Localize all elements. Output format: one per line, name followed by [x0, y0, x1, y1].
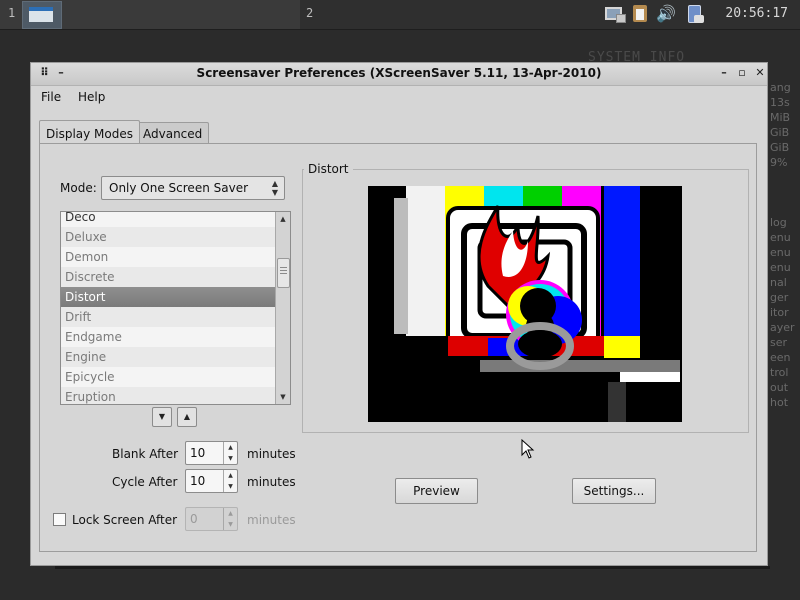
saver-list-item[interactable]: Deco [61, 212, 275, 227]
tab-advanced[interactable]: Advanced [136, 122, 210, 143]
window-icon [29, 7, 53, 22]
menu-help[interactable]: Help [78, 90, 105, 104]
settings-button[interactable]: Settings... [572, 478, 656, 504]
saver-list-items: Deco Deluxe Demon Discrete Distort Drift Endga… [61, 212, 275, 404]
tab-display-modes[interactable]: Display Modes [39, 120, 140, 143]
conky-line: ger [770, 291, 789, 304]
conky-line: 13s [770, 96, 790, 109]
blank-after-value: 10 [190, 446, 206, 460]
saver-list-item[interactable]: Deluxe [61, 227, 275, 247]
workspace-1-number: 1 [8, 6, 16, 20]
maximize-icon[interactable]: ▫ [735, 66, 749, 80]
distort-preview-image [368, 186, 682, 422]
saver-list-item[interactable]: Drift [61, 307, 275, 327]
top-panel: 1 2 🔊 20:56:17 [0, 0, 800, 30]
conky-line: GiB [770, 141, 790, 154]
conky-line: nal [770, 276, 787, 289]
blank-after-label: Blank After [112, 447, 179, 461]
saver-list-item[interactable]: Demon [61, 247, 275, 267]
conky-line: hot [770, 396, 789, 409]
move-up-button[interactable]: ▲ [177, 407, 197, 427]
minimize-icon[interactable]: – [717, 66, 731, 80]
saver-list-item[interactable]: Eruption [61, 387, 275, 404]
lock-screen-spinner[interactable]: 0 ▲ ▼ [185, 507, 238, 531]
conky-line: een [770, 351, 791, 364]
conky-line: MiB [770, 111, 791, 124]
scroll-thumb[interactable] [277, 258, 290, 288]
power-icon[interactable] [684, 3, 706, 25]
saver-list[interactable]: Deco Deluxe Demon Discrete Distort Drift Endga… [60, 211, 291, 405]
lock-screen-label[interactable]: Lock Screen After [72, 513, 177, 527]
clock: 20:56:17 [725, 6, 788, 21]
conky-line: ser [770, 336, 788, 349]
network-icon[interactable] [604, 3, 626, 25]
conky-line: enu [770, 231, 791, 244]
workspace-2[interactable]: 2 [300, 0, 600, 29]
conky-line: log [770, 216, 787, 229]
saver-list-item[interactable]: Epicycle [61, 367, 275, 387]
mode-label: Mode: [60, 181, 97, 195]
saver-list-item[interactable]: Engine [61, 347, 275, 367]
saver-list-item[interactable]: Distort [61, 287, 275, 307]
window-shadow [55, 566, 770, 569]
spin-arrows-icon[interactable]: ▲ ▼ [223, 508, 237, 530]
conky-line: GiB [770, 126, 790, 139]
move-down-button[interactable]: ▼ [152, 407, 172, 427]
conky-line: 9% [770, 156, 788, 169]
cycle-after-spinner[interactable]: 10 ▲ ▼ [185, 469, 238, 493]
updown-arrows-icon: ▲ ▼ [271, 179, 278, 197]
menu-file[interactable]: File [41, 90, 61, 104]
cycle-after-unit: minutes [247, 475, 296, 489]
blank-after-spinner[interactable]: 10 ▲ ▼ [185, 441, 238, 465]
spin-arrows-icon[interactable]: ▲ ▼ [223, 470, 237, 492]
window-title: Screensaver Preferences (XScreenSaver 5.… [196, 66, 602, 80]
title-bar[interactable]: ⠿ – Screensaver Preferences (XScreenSave… [31, 63, 767, 86]
blank-after-unit: minutes [247, 447, 296, 461]
scroll-down-icon[interactable]: ▼ [276, 390, 290, 404]
conky-line: ayer [770, 321, 795, 334]
lock-screen-unit: minutes [247, 513, 296, 527]
volume-icon[interactable]: 🔊 [656, 3, 678, 25]
mode-select-value: Only One Screen Saver [109, 181, 249, 195]
conky-line: ang [770, 81, 791, 94]
lock-screen-checkbox[interactable] [53, 513, 66, 526]
conky-line: enu [770, 246, 791, 259]
clipboard-icon[interactable] [630, 3, 652, 25]
saver-list-scrollbar[interactable]: ▲ ▼ [275, 212, 290, 404]
spin-arrows-icon[interactable]: ▲ ▼ [223, 442, 237, 464]
cycle-after-value: 10 [190, 474, 206, 488]
menu-bar: File Help [31, 86, 767, 108]
taskbar-window-button[interactable] [22, 1, 62, 29]
preview-button[interactable]: Preview [395, 478, 478, 504]
close-icon[interactable]: ✕ [753, 66, 767, 80]
arrow-down-icon: ▼ [158, 412, 166, 421]
conky-line [770, 185, 800, 200]
conky-line [770, 170, 800, 185]
workspace-2-number: 2 [306, 6, 314, 20]
conky-line: out [770, 381, 789, 394]
workspace-1[interactable]: 1 [0, 0, 300, 29]
saver-list-item[interactable]: Endgame [61, 327, 275, 347]
saver-list-item[interactable]: Discrete [61, 267, 275, 287]
screensaver-preferences-window: ⠿ – Screensaver Preferences (XScreenSave… [30, 62, 768, 566]
lock-screen-value: 0 [190, 512, 198, 526]
conky-right-text: ang 13s MiB GiB GiB 9% log enu enu enu nal ger itor… [770, 80, 800, 410]
mode-select[interactable]: Only One Screen Saver ▲ ▼ [101, 176, 285, 200]
scroll-up-icon[interactable]: ▲ [276, 212, 290, 226]
conky-line: itor [770, 306, 789, 319]
conky-line [770, 200, 800, 215]
conky-line: trol [770, 366, 789, 379]
screensaver-preview [368, 186, 682, 422]
conky-line: enu [770, 261, 791, 274]
mouse-cursor-icon [521, 439, 535, 459]
preview-frame-label: Distort [304, 162, 353, 176]
cycle-after-label: Cycle After [112, 475, 178, 489]
arrow-up-icon: ▲ [183, 412, 191, 421]
